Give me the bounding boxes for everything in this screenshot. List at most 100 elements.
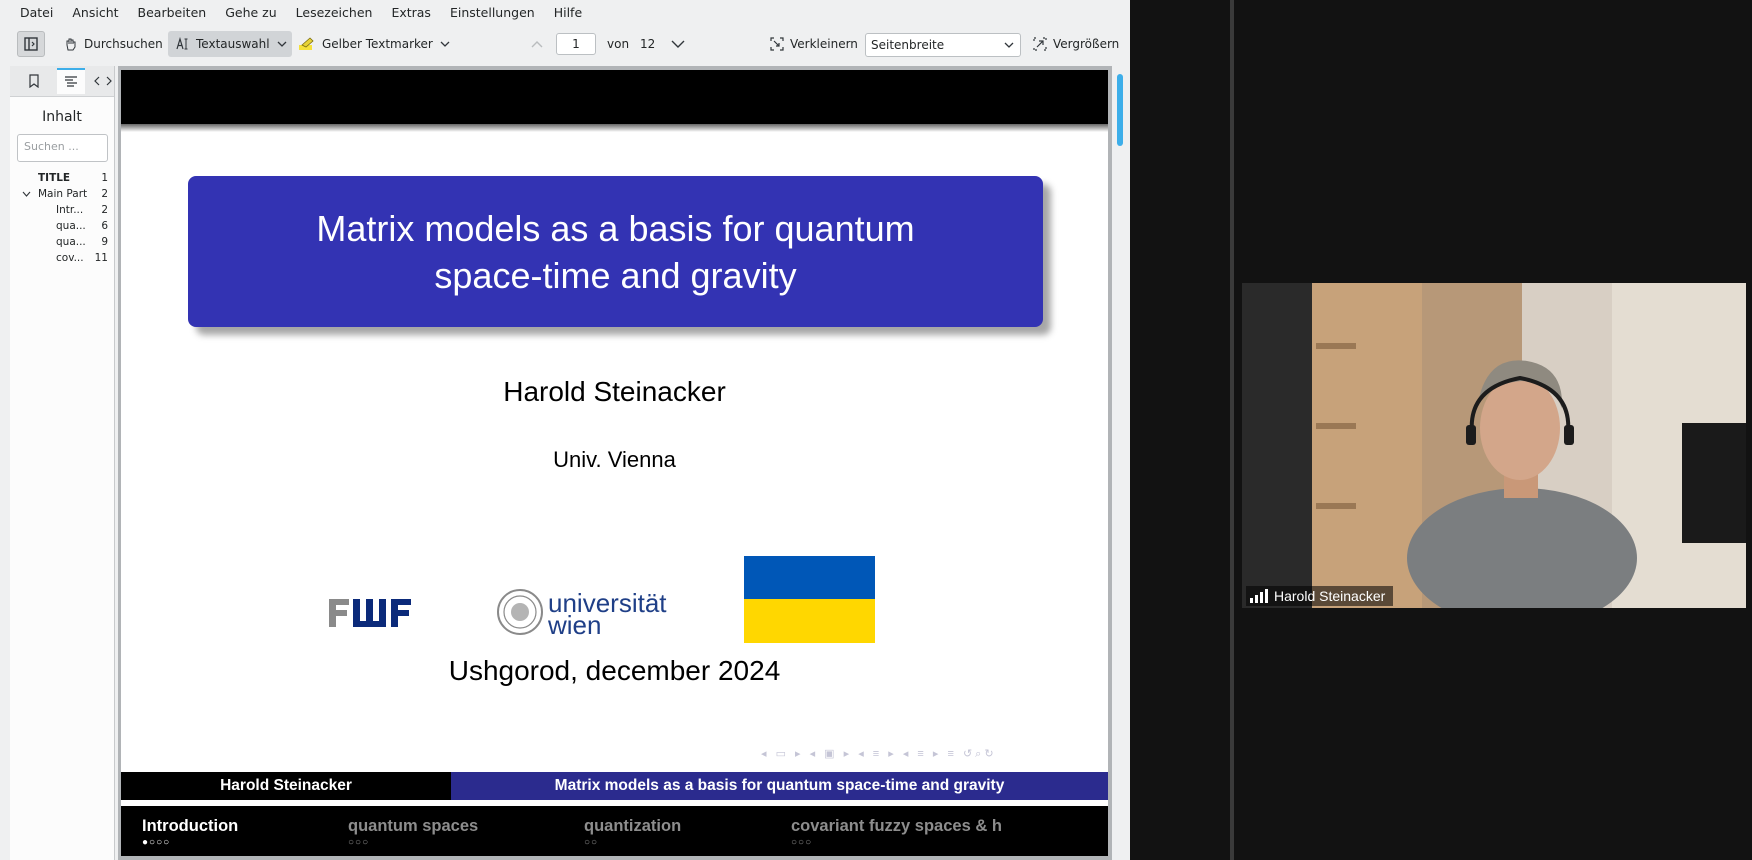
highlighter-tool-label: Gelber Textmarker [322, 37, 433, 51]
sidebar-tabs [10, 66, 114, 97]
tab-bookmarks[interactable] [20, 68, 48, 94]
logo-uni-line-2: wien [547, 610, 601, 640]
previous-page-button[interactable] [531, 31, 543, 57]
pdf-page: Matrix models as a basis for quantum spa… [121, 70, 1108, 856]
menu-extras[interactable]: Extras [391, 5, 431, 20]
toc-item-covariant[interactable]: cov... 11 [10, 250, 114, 266]
text-select-tool-label: Textauswahl [196, 37, 270, 51]
slide-title-line-2: space-time and gravity [434, 254, 797, 296]
slide-affiliation: Univ. Vienna [553, 447, 676, 472]
highlighter-dropdown-arrow[interactable] [440, 31, 450, 57]
sidebar-panel: Inhalt Suchen ... TITLE 1 Main Part 2 In… [10, 66, 115, 860]
toc-item-label: cov... [56, 252, 84, 264]
chevron-up-icon [531, 41, 543, 48]
slide-header-bar [121, 70, 1108, 124]
menu-gehe-zu[interactable]: Gehe zu [225, 5, 276, 20]
slide-title-line-1: Matrix models as a basis for quantum [316, 207, 915, 249]
document-view[interactable]: Matrix models as a basis for quantum spa… [118, 66, 1112, 860]
menu-bearbeiten[interactable]: Bearbeiten [138, 5, 207, 20]
bookmark-icon [29, 74, 39, 88]
toc-item-page: 9 [101, 236, 108, 248]
slide-title-box: Matrix models as a basis for quantum spa… [188, 176, 1043, 327]
toc-item-label: qua... [56, 236, 86, 248]
toc-tree: TITLE 1 Main Part 2 Intr... 2 qua... 6 q… [10, 170, 114, 266]
zoom-out-icon [770, 37, 784, 51]
section-introduction[interactable]: Introduction ●○○○ [142, 817, 238, 848]
zoom-in-button[interactable]: Vergrößern [1033, 31, 1119, 57]
menu-datei[interactable]: Datei [20, 5, 53, 20]
toc-item-label: qua... [56, 220, 86, 232]
menu-hilfe[interactable]: Hilfe [554, 5, 582, 20]
toc-item-introduction[interactable]: Intr... 2 [10, 202, 114, 218]
sidebar-toggle-icon [24, 37, 38, 51]
slide-author: Harold Steinacker [503, 376, 726, 407]
menu-lesezeichen[interactable]: Lesezeichen [296, 5, 373, 20]
chevron-down-icon[interactable] [22, 191, 31, 197]
toc-icon [65, 76, 77, 87]
menu-ansicht[interactable]: Ansicht [72, 5, 118, 20]
hand-icon [66, 38, 76, 51]
toc-item-main-part[interactable]: Main Part 2 [10, 186, 114, 202]
zoom-out-label: Verkleinern [790, 37, 858, 51]
sidebar-toggle-button[interactable] [17, 31, 45, 57]
okular-window: Datei Ansicht Bearbeiten Gehe zu Lesezei… [0, 0, 1130, 860]
toc-item-page: 2 [101, 204, 108, 216]
toc-item-page: 2 [101, 188, 108, 200]
footer-author: Harold Steinacker [121, 772, 451, 800]
main-toolbar: Durchsuchen Textauswahl Gelber Textmarke… [0, 28, 1130, 62]
section-dots: ○○○ [791, 837, 813, 848]
chevron-down-icon [277, 41, 287, 47]
toc-item-quantum-spaces[interactable]: qua... 6 [10, 218, 114, 234]
section-dots: ●○○○ [142, 837, 171, 848]
zoom-in-icon [1033, 37, 1047, 51]
slide-place-date: Ushgorod, december 2024 [448, 655, 781, 686]
section-quantum-spaces[interactable]: quantum spaces ○○○ [348, 817, 478, 848]
section-label: covariant fuzzy spaces & h [791, 817, 1002, 835]
toc-item-page: 1 [101, 172, 108, 184]
page-of-label: von [607, 37, 630, 51]
highlighter-icon [299, 37, 314, 50]
section-label: Introduction [142, 817, 239, 835]
slide-footer: Harold Steinacker Matrix models as a bas… [121, 772, 1108, 800]
zoom-in-label: Vergrößern [1053, 37, 1120, 51]
chevron-down-icon [440, 41, 450, 47]
scrollbar-thumb[interactable] [1117, 74, 1123, 146]
participant-video-image [1242, 283, 1746, 608]
menu-einstellungen[interactable]: Einstellungen [450, 5, 535, 20]
vertical-scrollbar[interactable] [1112, 66, 1130, 860]
section-dots: ○○ [584, 837, 599, 848]
toc-item-label: TITLE [38, 172, 71, 184]
text-select-tool-button[interactable]: Textauswahl [168, 31, 292, 57]
participant-name: Harold Steinacker [1274, 588, 1386, 604]
tabs-scroll-right[interactable] [104, 68, 114, 94]
toc-item-page: 11 [94, 252, 108, 264]
toc-search-input[interactable]: Suchen ... [17, 134, 108, 162]
section-covariant-fuzzy-spaces[interactable]: covariant fuzzy spaces & h ○○○ [791, 817, 1002, 848]
participant-video-tile[interactable]: Harold Steinacker [1242, 283, 1746, 608]
section-label: quantization [584, 817, 682, 835]
text-select-dropdown-arrow[interactable] [277, 31, 287, 57]
section-dots: ○○○ [348, 837, 370, 848]
page-number-input[interactable]: 1 [556, 33, 596, 55]
next-page-button[interactable] [671, 31, 685, 57]
screen-divider [1230, 0, 1234, 860]
section-label: quantum spaces [348, 817, 479, 835]
browse-tool-button[interactable]: Durchsuchen [64, 31, 163, 57]
ukraine-flag [744, 556, 875, 643]
total-pages-label: 12 [640, 37, 656, 51]
zoom-out-button[interactable]: Verkleinern [770, 31, 858, 57]
toc-item-quantization[interactable]: qua... 9 [10, 234, 114, 250]
highlighter-tool-button[interactable]: Gelber Textmarker [298, 31, 433, 57]
menubar: Datei Ansicht Bearbeiten Gehe zu Lesezei… [0, 0, 1130, 24]
tab-contents[interactable] [57, 68, 85, 94]
fwf-logo [327, 595, 427, 634]
tabs-scroll-left[interactable] [90, 68, 104, 94]
toc-item-label: Main Part [38, 188, 88, 200]
section-quantization[interactable]: quantization ○○ [584, 817, 681, 848]
beamer-navigation-symbols[interactable]: ◂ ▭ ▸ ◂ ▣ ▸ ◂ ≡ ▸ ◂ ≡ ▸ ≡ ↺⌕↻ [761, 747, 997, 761]
toc-item-label: Intr... [56, 204, 84, 216]
chevron-down-icon [671, 40, 685, 48]
toc-item-page: 6 [101, 220, 108, 232]
zoom-mode-select[interactable]: Seitenbreite [865, 33, 1021, 57]
toc-item-title[interactable]: TITLE 1 [10, 170, 114, 186]
